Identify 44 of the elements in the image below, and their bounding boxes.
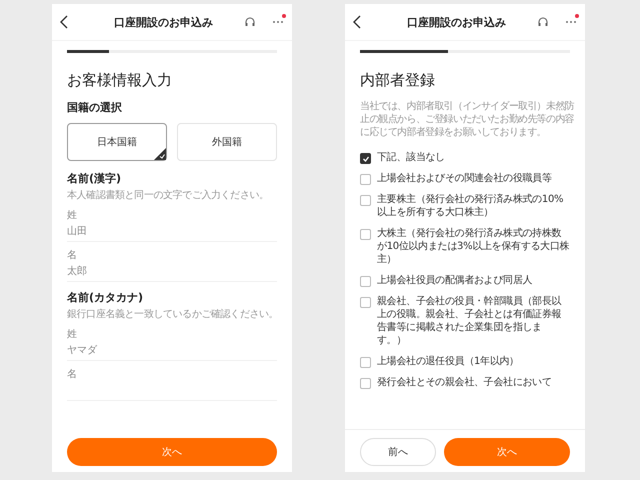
section-title: 名前(漢字) xyxy=(67,171,122,186)
screen-title: 口座開設のお申込み xyxy=(406,14,507,30)
nationality-option[interactable]: 外国籍 xyxy=(177,123,277,161)
checkbox[interactable] xyxy=(360,195,371,206)
input-field[interactable]: 太郎 xyxy=(67,263,277,282)
next-button[interactable]: 次へ xyxy=(444,438,570,466)
checkbox[interactable] xyxy=(360,174,371,185)
back-icon[interactable] xyxy=(59,15,69,29)
checkbox[interactable] xyxy=(360,297,371,308)
nationality-option[interactable]: 日本国籍 xyxy=(67,123,167,161)
option-label: 親会社、子会社の役員・幹部職員（部長以上の役職。親会社、子会社とは有価証券報告書等に掲載された企業集団を指します。） xyxy=(377,295,562,347)
field-label: 名 xyxy=(67,368,78,381)
back-icon[interactable] xyxy=(352,15,362,29)
hint-text: 銀行口座名義と一致しているかご確認ください。 xyxy=(67,308,277,321)
checkbox[interactable] xyxy=(360,357,371,368)
hint-text: 本人確認書類と同一の文字でご入力ください。 xyxy=(67,189,270,202)
input-field[interactable]: 山田 xyxy=(67,223,277,242)
headset-icon[interactable] xyxy=(244,16,256,28)
description-text: 当社では、内部者取引（インサイダー取引）未然防止の観点から、ご登録いただいたお勤め先等の内容に応じて内部者登録をお願いしております。 xyxy=(360,100,576,139)
input-field[interactable]: ヤマダ xyxy=(67,342,277,361)
checkbox[interactable] xyxy=(360,153,371,164)
check-icon xyxy=(362,154,370,162)
option-label: 下記、該当なし xyxy=(377,151,445,164)
option-label: 発行会社とその親会社、子会社において xyxy=(377,376,552,389)
option-label: 大株主（発行会社の発行済み株式の持株数が10位以内または3%以上を保有する大口株主） xyxy=(377,227,570,266)
page-heading: お客様情報入力 xyxy=(67,71,173,90)
checkbox[interactable] xyxy=(360,229,371,240)
section-title: 名前(カタカナ) xyxy=(67,290,144,305)
field-label: 名 xyxy=(67,249,78,262)
check-corner-icon xyxy=(154,148,166,160)
screen-title: 口座開設のお申込み xyxy=(113,14,214,30)
headset-icon[interactable] xyxy=(537,16,549,28)
back-button[interactable]: 前へ xyxy=(360,438,436,466)
next-button[interactable]: 次へ xyxy=(67,438,277,466)
checkbox[interactable] xyxy=(360,378,371,389)
page-heading: 内部者登録 xyxy=(360,71,436,90)
option-label: 上場会社およびその関連会社の役職員等 xyxy=(377,172,552,185)
checkbox[interactable] xyxy=(360,276,371,287)
option-label: 上場会社の退任役員（1年以内） xyxy=(377,355,519,368)
field-label: 姓 xyxy=(67,209,78,222)
option-label: 上場会社役員の配偶者および同居人 xyxy=(377,274,532,287)
field-label: 姓 xyxy=(67,328,78,341)
section-title: 国籍の選択 xyxy=(67,100,123,115)
option-label: 主要株主（発行会社の発行済み株式の10%以上を所有する大口株主） xyxy=(377,193,564,219)
